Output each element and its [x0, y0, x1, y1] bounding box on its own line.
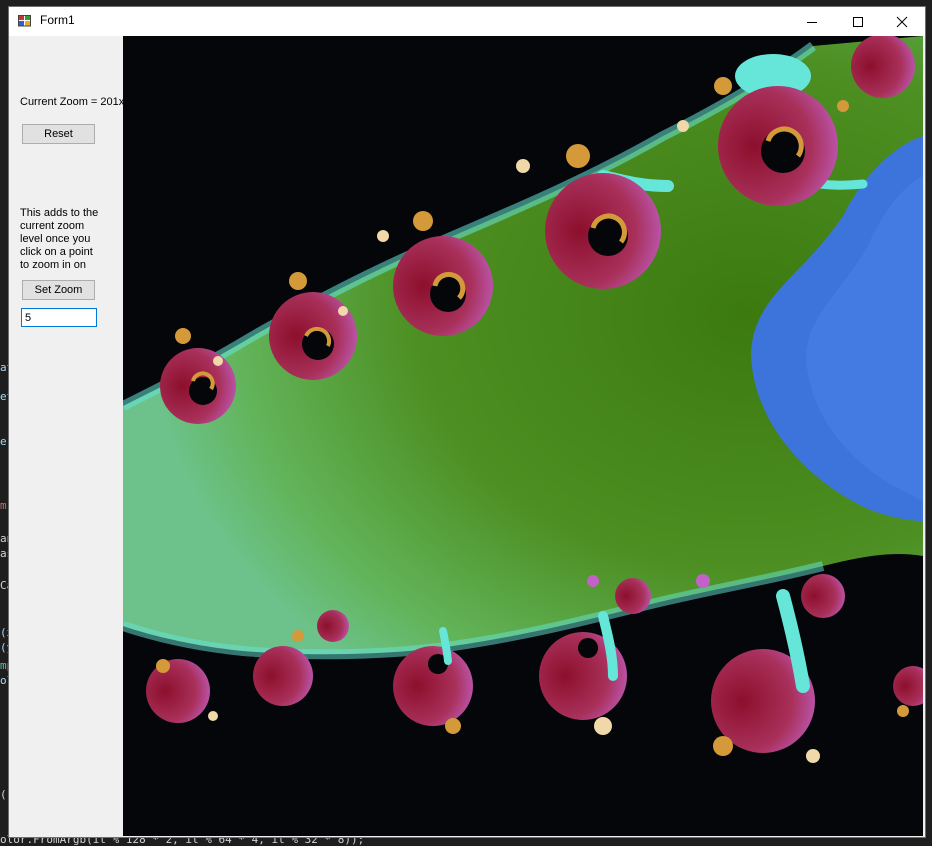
minimize-button[interactable] [789, 7, 835, 36]
teal-tentacle [439, 627, 452, 665]
set-zoom-button[interactable]: Set Zoom [22, 280, 95, 300]
close-icon [896, 16, 908, 27]
maximize-button[interactable] [835, 7, 881, 36]
app-icon [18, 15, 31, 27]
title-bar[interactable]: Form1 [9, 7, 925, 36]
mandelbrot-picture-box[interactable] [123, 36, 923, 836]
control-panel: Current Zoom = 201x Reset This adds to t… [9, 36, 125, 837]
form-client-area: Current Zoom = 201x Reset This adds to t… [9, 36, 925, 837]
form-window: Form1 Current Zoom = 201x Reset This add… [8, 6, 926, 838]
minimize-icon [807, 21, 817, 23]
code-fragment: m [0, 499, 7, 512]
current-zoom-label: Current Zoom = 201x [20, 96, 125, 108]
reset-button[interactable]: Reset [22, 124, 95, 144]
close-button[interactable] [879, 7, 925, 36]
window-title: Form1 [40, 13, 75, 27]
zoom-amount-input[interactable] [21, 308, 97, 327]
fractal-render [123, 36, 923, 836]
zoom-help-text: This adds to the current zoom level once… [20, 207, 99, 271]
maximize-icon [853, 16, 863, 27]
